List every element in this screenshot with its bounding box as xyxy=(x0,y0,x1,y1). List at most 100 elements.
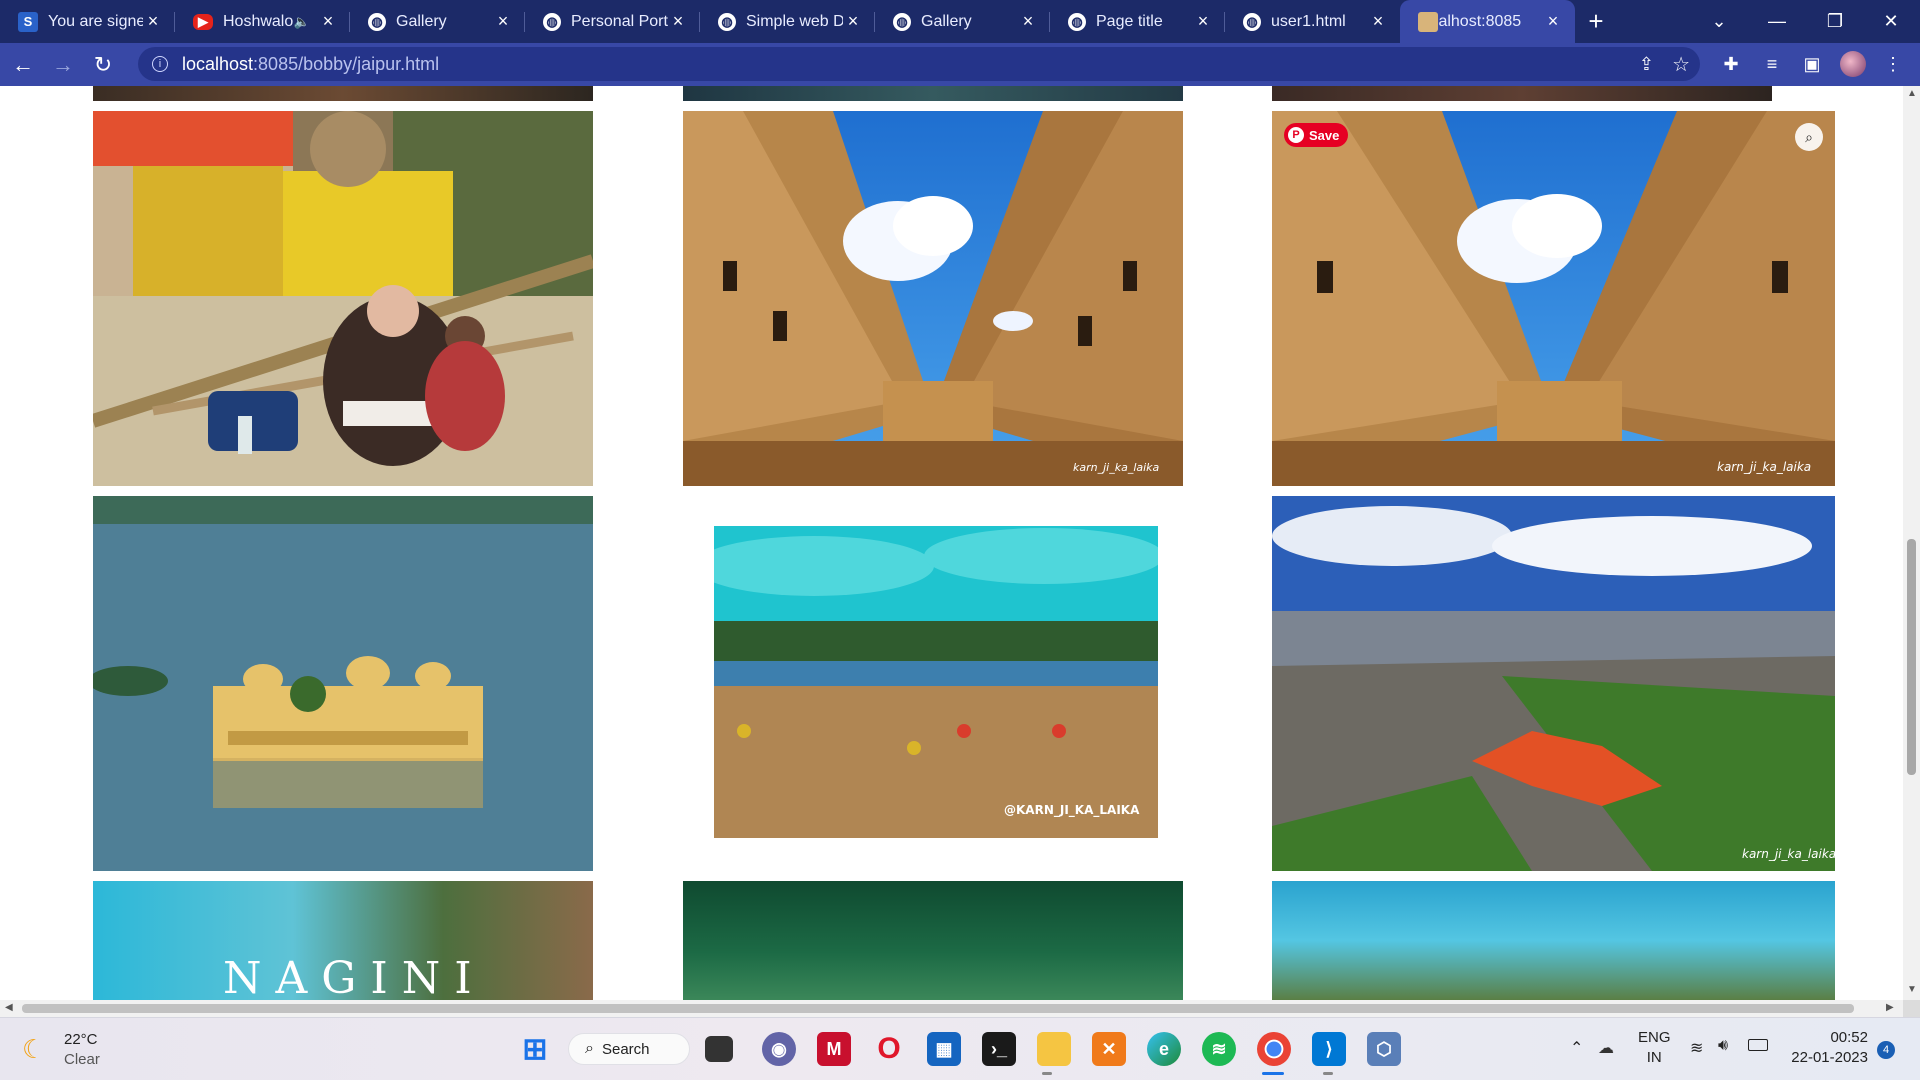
close-icon[interactable]: × xyxy=(493,11,513,32)
gallery-image-trees[interactable] xyxy=(1272,881,1835,1000)
gallery-image-beach[interactable]: @KARN_JI_KA_LAIKA xyxy=(714,526,1158,838)
minimize-icon[interactable]: — xyxy=(1748,0,1806,43)
globe-icon: ◍ xyxy=(543,12,561,31)
volume-icon[interactable]: 🔊︎ xyxy=(1718,1037,1728,1055)
gallery-image[interactable] xyxy=(1272,86,1772,101)
task-view-icon[interactable] xyxy=(705,1036,733,1062)
pinterest-icon: P xyxy=(1288,127,1304,143)
gallery-image-jal-mahal[interactable] xyxy=(93,496,593,871)
gallery-image-fort-hover[interactable]: karn_ji_ka_laika P Save ⌕ xyxy=(1272,111,1835,486)
edge-icon[interactable]: e xyxy=(1147,1032,1181,1066)
scroll-thumb[interactable] xyxy=(1907,539,1916,775)
bookmark-star-icon[interactable]: ☆ xyxy=(1672,52,1690,77)
close-icon[interactable]: × xyxy=(1193,11,1213,32)
scroll-thumb[interactable] xyxy=(22,1004,1854,1013)
opera-icon[interactable]: O xyxy=(872,1032,906,1066)
close-icon[interactable]: × xyxy=(1543,11,1563,32)
clock-time: 00:52 xyxy=(1830,1029,1868,1046)
wifi-icon[interactable]: ≋ xyxy=(1690,1038,1703,1058)
windows-start-icon[interactable]: ⊞ xyxy=(518,1032,552,1066)
file-explorer-icon[interactable] xyxy=(1037,1032,1071,1066)
chrome-icon[interactable] xyxy=(1257,1032,1291,1066)
tab-gallery[interactable]: ◍ Gallery × xyxy=(350,0,525,43)
address-path: :8085/bobby/jaipur.html xyxy=(253,53,440,74)
tab-strip: S You are signed × ▶ Hoshwalo 🔈 × ◍ Gall… xyxy=(0,0,1920,43)
visual-search-icon[interactable]: ⌕ xyxy=(1795,123,1823,151)
onedrive-icon[interactable]: ☁ xyxy=(1598,1038,1614,1058)
vertical-scrollbar[interactable]: ▲ ▼ xyxy=(1903,86,1920,1000)
tab-gallery-2[interactable]: ◍ Gallery × xyxy=(875,0,1050,43)
restore-icon[interactable]: ❐ xyxy=(1806,0,1864,43)
site-info-icon[interactable]: i xyxy=(152,56,168,72)
pinterest-save-button[interactable]: P Save xyxy=(1284,123,1349,147)
forward-icon[interactable]: → xyxy=(46,48,80,82)
vscode-icon[interactable]: ⟩ xyxy=(1312,1032,1346,1066)
gallery-image[interactable] xyxy=(93,86,593,101)
taskbar-search[interactable]: ⌕ Search xyxy=(568,1033,690,1065)
close-icon[interactable]: × xyxy=(143,11,163,32)
scroll-right-arrow-icon[interactable]: ▶ xyxy=(1886,1002,1894,1013)
lang-line1: ENG xyxy=(1638,1029,1671,1046)
gallery-image-reading[interactable] xyxy=(93,111,593,486)
close-icon[interactable]: × xyxy=(1368,11,1388,32)
weather-temp[interactable]: 22°C xyxy=(64,1031,98,1048)
scroll-up-arrow-icon[interactable]: ▲ xyxy=(1907,88,1917,99)
xampp-icon[interactable]: ✕ xyxy=(1092,1032,1126,1066)
language-indicator[interactable]: ENG IN xyxy=(1638,1028,1671,1068)
reload-icon[interactable]: ↻ xyxy=(86,48,120,82)
tab-hoshwalo[interactable]: ▶ Hoshwalo 🔈 × xyxy=(175,0,350,43)
youtube-icon: ▶ xyxy=(193,13,213,30)
gallery-image-city-aerial[interactable]: karn_ji_ka_laika xyxy=(1272,496,1835,871)
tab-you-are-signed[interactable]: S You are signed × xyxy=(0,0,175,43)
search-icon: ⌕ xyxy=(585,1040,594,1057)
globe-icon: ◍ xyxy=(368,12,386,31)
close-icon[interactable]: × xyxy=(843,11,863,32)
virtualbox-icon[interactable]: ⬡ xyxy=(1367,1032,1401,1066)
tab-title: Hoshwalo xyxy=(223,12,294,30)
mcafee-icon[interactable]: M xyxy=(817,1032,851,1066)
share-icon[interactable]: ⇪ xyxy=(1639,54,1654,75)
scroll-left-arrow-icon[interactable]: ◀ xyxy=(5,1002,13,1013)
tab-search-icon[interactable]: ⌄ xyxy=(1690,0,1748,43)
clock[interactable]: 00:52 22-01-2023 xyxy=(1788,1028,1868,1068)
window-close-icon[interactable]: ✕ xyxy=(1862,0,1920,43)
notification-badge[interactable]: 4 xyxy=(1877,1041,1895,1059)
address-host: localhost xyxy=(182,53,254,74)
new-tab-button[interactable]: + xyxy=(1575,0,1617,43)
scroll-down-arrow-icon[interactable]: ▼ xyxy=(1907,984,1917,995)
media-control-icon[interactable]: ≡ xyxy=(1755,47,1789,81)
battery-icon[interactable] xyxy=(1748,1039,1768,1051)
close-icon[interactable]: × xyxy=(1018,11,1038,32)
moon-weather-icon: ☾ xyxy=(22,1034,46,1064)
horizontal-scrollbar[interactable]: ◀ ▶ xyxy=(0,1000,1903,1017)
tab-page-title[interactable]: ◍ Page title × xyxy=(1050,0,1225,43)
gallery-image[interactable] xyxy=(683,86,1183,101)
teams-chat-icon[interactable]: ◉ xyxy=(762,1032,796,1066)
gallery-image-nagini[interactable]: NAGINI xyxy=(93,881,593,1000)
chevron-up-icon[interactable]: ⌃ xyxy=(1570,1038,1583,1058)
globe-icon: ◍ xyxy=(1243,12,1261,31)
tab-title: Page title xyxy=(1096,12,1163,30)
side-panel-icon[interactable]: ▣ xyxy=(1795,47,1829,81)
close-icon[interactable]: × xyxy=(668,11,688,32)
tab-simple-web[interactable]: ◍ Simple web De × xyxy=(700,0,875,43)
tab-title: Personal Portfo xyxy=(571,12,668,30)
gallery-image-forest[interactable] xyxy=(683,881,1183,1000)
tab-title: Gallery xyxy=(396,12,447,30)
tab-user1[interactable]: ◍ user1.html × xyxy=(1225,0,1400,43)
avatar[interactable] xyxy=(1836,47,1870,81)
close-icon[interactable]: × xyxy=(318,11,338,32)
microsoft-store-icon[interactable]: ▦ xyxy=(927,1032,961,1066)
back-icon[interactable]: ← xyxy=(6,48,40,82)
gallery-image-fort[interactable]: karn_ji_ka_laika xyxy=(683,111,1183,486)
watermark-text: karn_ji_ka_laika xyxy=(1717,460,1811,474)
menu-icon[interactable]: ⋮ xyxy=(1876,47,1910,81)
address-bar[interactable]: i localhost:8085/bobby/jaipur.html ⇪ ☆ xyxy=(138,47,1700,81)
spotify-icon[interactable]: ≋ xyxy=(1202,1032,1236,1066)
nagini-text: NAGINI xyxy=(223,953,486,1000)
tab-localhost[interactable]: localhost:8085 × xyxy=(1400,0,1575,43)
extensions-icon[interactable]: ✚ xyxy=(1714,47,1748,81)
tab-personal-portfolio[interactable]: ◍ Personal Portfo × xyxy=(525,0,700,43)
speaker-icon[interactable]: 🔈 xyxy=(294,14,310,30)
terminal-icon[interactable]: ›_ xyxy=(982,1032,1016,1066)
